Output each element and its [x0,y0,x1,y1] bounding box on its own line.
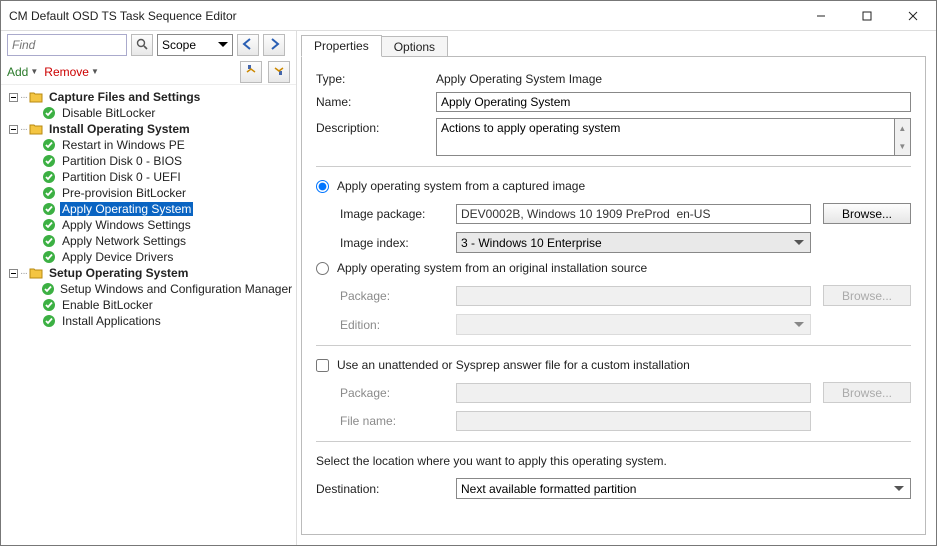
radio-captured-image[interactable] [316,180,329,193]
success-icon [41,202,57,216]
right-pane: Properties Options Type: Apply Operating… [297,31,936,545]
edition-label: Edition: [340,318,444,332]
collapse-icon[interactable] [7,91,19,103]
unattend-label: Use an unattended or Sysprep answer file… [337,358,690,372]
find-prev-button[interactable] [237,34,259,56]
tab-properties[interactable]: Properties [301,35,382,57]
close-button[interactable] [890,1,936,31]
radio-original-source[interactable] [316,262,329,275]
move-up-icon [245,64,257,79]
success-icon [41,106,57,120]
edition-select-disabled [456,314,811,335]
search-icon [136,38,148,53]
find-input[interactable] [7,34,127,56]
add-menu[interactable]: Add ▼ [7,65,38,79]
success-icon [41,250,57,264]
collapse-icon[interactable] [7,267,19,279]
tree-item[interactable]: Apply Network Settings [3,233,294,249]
move-down-button[interactable] [268,61,290,83]
success-icon [41,170,57,184]
folder-icon [28,90,44,104]
image-package-input[interactable] [456,204,811,224]
minimize-button[interactable] [798,1,844,31]
body: Scope Add ▼ Remove ▼ ··· Capture Files a… [1,31,936,545]
scroll-up-icon: ▲ [895,119,910,137]
tree-group[interactable]: ··· Capture Files and Settings [3,89,294,105]
textarea-scrollbar[interactable]: ▲▼ [895,118,911,156]
tree-item[interactable]: Partition Disk 0 - UEFI [3,169,294,185]
properties-panel: Type: Apply Operating System Image Name:… [301,56,926,535]
package-input-disabled [456,286,811,306]
filename-input-disabled [456,411,811,431]
radio-original-label: Apply operating system from an original … [337,261,647,275]
dropdown-arrow-icon: ▼ [30,67,38,76]
tree-item[interactable]: Setup Windows and Configuration Manager [3,281,294,297]
description-label: Description: [316,118,436,135]
tree-item[interactable]: Apply Windows Settings [3,217,294,233]
tree-item[interactable]: Pre-provision BitLocker [3,185,294,201]
tree-item[interactable]: Enable BitLocker [3,297,294,313]
type-value: Apply Operating System Image [436,69,911,86]
find-button[interactable] [131,34,153,56]
tab-strip: Properties Options [301,35,926,57]
name-input[interactable] [436,92,911,112]
scope-select[interactable]: Scope [157,34,233,56]
success-icon [41,186,57,200]
tree-item[interactable]: Restart in Windows PE [3,137,294,153]
tree-item[interactable]: Partition Disk 0 - BIOS [3,153,294,169]
browse-unattend-button-disabled: Browse... [823,382,911,403]
remove-menu[interactable]: Remove ▼ [44,65,99,79]
editor-window: CM Default OSD TS Task Sequence Editor S… [0,0,937,546]
folder-icon [28,266,44,280]
package-label: Package: [340,289,444,303]
browse-package-button-disabled: Browse... [823,285,911,306]
arrow-right-icon [268,38,280,53]
tab-options[interactable]: Options [381,36,448,57]
success-icon [41,218,57,232]
tree-group[interactable]: ··· Install Operating System [3,121,294,137]
window-title: CM Default OSD TS Task Sequence Editor [9,9,798,23]
scroll-down-icon: ▼ [895,137,910,155]
maximize-button[interactable] [844,1,890,31]
name-label: Name: [316,92,436,109]
unattend-package-input [456,383,811,403]
unattend-checkbox[interactable] [316,359,329,372]
action-toolbar: Add ▼ Remove ▼ [1,59,296,85]
task-sequence-tree[interactable]: ··· Capture Files and Settings Disable B… [1,85,296,545]
destination-select[interactable]: Next available formatted partition [456,478,911,499]
move-down-icon [273,64,285,79]
collapse-icon[interactable] [7,123,19,135]
folder-icon [28,122,44,136]
unattend-package-label: Package: [340,386,444,400]
description-input[interactable]: Actions to apply operating system [436,118,895,156]
find-next-button[interactable] [263,34,285,56]
success-icon [41,234,57,248]
left-pane: Scope Add ▼ Remove ▼ ··· Capture Files a… [1,31,297,545]
filename-label: File name: [340,414,444,428]
dropdown-arrow-icon: ▼ [91,67,99,76]
destination-label: Destination: [316,482,444,496]
arrow-left-icon [242,38,254,53]
tree-item[interactable]: Install Applications [3,313,294,329]
image-index-label: Image index: [340,236,444,250]
tree-item-selected[interactable]: Apply Operating System [3,201,294,217]
type-label: Type: [316,69,436,86]
titlebar: CM Default OSD TS Task Sequence Editor [1,1,936,31]
find-toolbar: Scope [1,31,296,59]
image-index-select[interactable]: 3 - Windows 10 Enterprise [456,232,811,253]
image-package-label: Image package: [340,207,444,221]
success-icon [41,154,57,168]
success-icon [41,298,57,312]
success-icon [41,138,57,152]
tree-item[interactable]: Apply Device Drivers [3,249,294,265]
browse-image-package-button[interactable]: Browse... [823,203,911,224]
success-icon [41,282,55,296]
success-icon [41,314,57,328]
move-up-button[interactable] [240,61,262,83]
tree-group[interactable]: ··· Setup Operating System [3,265,294,281]
destination-intro: Select the location where you want to ap… [316,454,911,468]
tree-item[interactable]: Disable BitLocker [3,105,294,121]
radio-captured-label: Apply operating system from a captured i… [337,179,585,193]
